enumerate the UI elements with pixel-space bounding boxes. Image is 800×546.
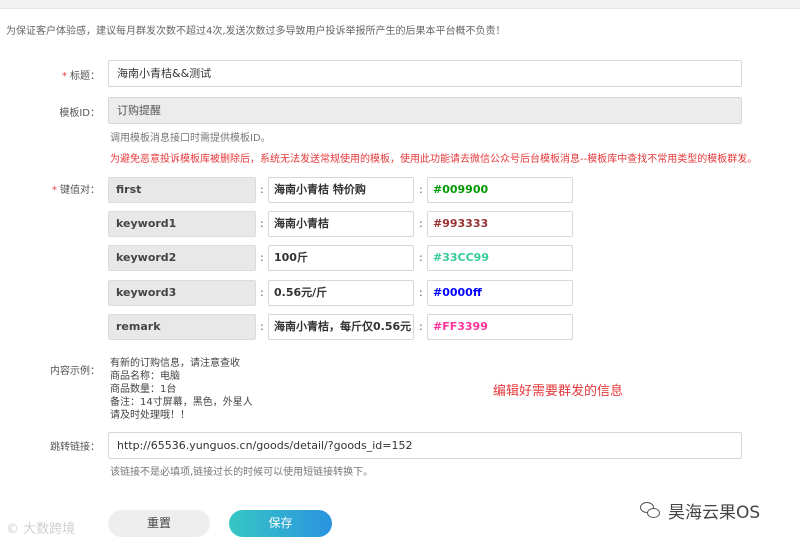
kv-value-input[interactable]: 0.56元/斤	[268, 280, 414, 306]
kv-value-input[interactable]: 海南小青桔，每斤仅0.56元	[268, 314, 414, 340]
kv-color-input[interactable]: #33CC99	[427, 245, 573, 271]
watermark-right-text: 昊海云果OS	[668, 503, 761, 523]
kv-key-field: remark	[108, 314, 256, 340]
kv-colon: :	[419, 251, 423, 264]
kv-value-input[interactable]: 100斤	[268, 245, 414, 271]
required-mark: *	[52, 185, 57, 196]
watermark-right: 昊海云果OS	[640, 498, 760, 523]
kv-colon: :	[419, 320, 423, 333]
kv-key-field: keyword1	[108, 211, 256, 237]
link-hint: 该链接不是必填项,链接过长的时候可以使用短链接转换下。	[110, 467, 374, 478]
example-line: 有新的订购信息，请注意查收	[110, 358, 240, 369]
kv-color-input[interactable]: #0000ff	[427, 280, 573, 306]
kv-colon: :	[260, 217, 264, 230]
title-input[interactable]: 海南小青桔&&测试	[108, 60, 742, 87]
example-line: 备注：14寸屏幕，黑色，外星人	[110, 397, 253, 408]
template-id-label: 模板ID：	[59, 108, 100, 119]
template-warning: 为避免恶意投诉模板库被删除后，系统无法发送常规使用的模板，使用此功能请去微信公众…	[110, 154, 758, 165]
top-bar	[0, 0, 800, 9]
annotation-text: 编辑好需要群发的信息	[493, 384, 624, 399]
link-input[interactable]: http://65536.yunguos.cn/goods/detail/?go…	[108, 432, 742, 459]
notice-text: 为保证客户体验感，建议每月群发次数不超过4次,发送次数过多导致用户投诉举报所产生…	[6, 26, 506, 37]
watermark-left-text: 大数跨境	[23, 522, 76, 537]
kv-key-field: keyword2	[108, 245, 256, 271]
kv-key-field: keyword3	[108, 280, 256, 306]
kv-colon: :	[419, 286, 423, 299]
kv-label: * 键值对：	[52, 185, 100, 196]
example-line: 商品数量：1台	[110, 384, 177, 395]
example-line: 商品名称：电脑	[110, 371, 180, 382]
template-id-input[interactable]: 订购提醒	[108, 97, 742, 124]
example-label: 内容示例：	[50, 366, 100, 377]
kv-value-input[interactable]: 海南小青桔 特价购	[268, 177, 414, 203]
template-id-hint: 调用模板消息接口时需提供模板ID。	[110, 133, 271, 144]
kv-key-field: first	[108, 177, 256, 203]
kv-colon: :	[419, 217, 423, 230]
title-label: * 标题：	[62, 71, 100, 82]
kv-color-input[interactable]: #FF3399	[427, 314, 573, 340]
watermark-left: © 大数跨境	[6, 518, 75, 537]
content-example: 有新的订购信息，请注意查收 商品名称：电脑 商品数量：1台 备注：14寸屏幕，黑…	[110, 357, 253, 422]
link-label: 跳转链接：	[50, 442, 100, 453]
kv-colon: :	[260, 320, 264, 333]
watermark-logo-icon: ©	[6, 522, 19, 537]
save-button[interactable]: 保存	[229, 510, 332, 537]
kv-value-input[interactable]: 海南小青桔	[268, 211, 414, 237]
example-line: 请及时处理哦！！	[110, 410, 190, 421]
required-mark: *	[62, 71, 67, 82]
kv-color-input[interactable]: #009900	[427, 177, 573, 203]
wechat-icon	[640, 501, 662, 520]
reset-button[interactable]: 重置	[108, 510, 210, 537]
kv-colon: :	[260, 286, 264, 299]
kv-color-input[interactable]: #993333	[427, 211, 573, 237]
kv-colon: :	[260, 183, 264, 196]
kv-colon: :	[419, 183, 423, 196]
kv-colon: :	[260, 251, 264, 264]
